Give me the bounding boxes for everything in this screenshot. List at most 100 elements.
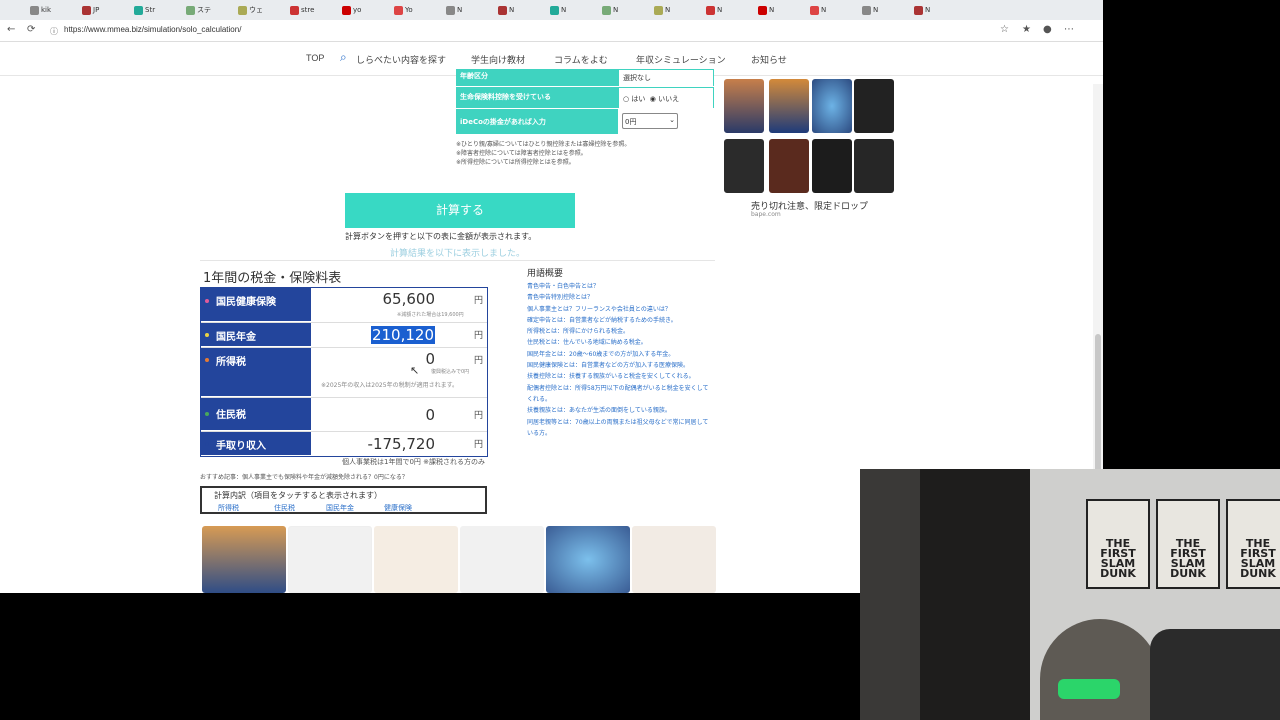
browser-tab[interactable]: N <box>602 2 618 18</box>
radio-yes[interactable]: ○ はい <box>623 95 645 103</box>
tab-favicon-icon <box>186 5 195 15</box>
glossary-item[interactable]: 国民健康保険とは：自営業者などの方が加入する医療保険。 <box>527 360 712 371</box>
ad-product-image[interactable] <box>812 139 852 193</box>
age-select[interactable]: 選択なし <box>618 69 714 87</box>
nav-top[interactable]: TOP <box>306 53 324 63</box>
chair <box>1150 629 1280 720</box>
nav-student[interactable]: 学生向け教材 <box>471 53 525 66</box>
breakdown-link-health[interactable]: 健康保険 <box>384 503 412 513</box>
search-icon[interactable]: ⌕ <box>340 50 347 65</box>
tab-favicon-icon <box>602 5 611 15</box>
url-field[interactable]: https://www.mmea.biz/simulation/solo_cal… <box>64 25 241 34</box>
more-icon[interactable]: ⋯ <box>1064 24 1074 35</box>
ad-product-image[interactable] <box>374 526 458 593</box>
tab-favicon-icon <box>134 5 143 15</box>
browser-tab[interactable]: JP <box>82 2 99 18</box>
tab-label: N <box>821 6 827 14</box>
form-row-life-insurance: 生命保険料控除を受けている ○ はい ◉ いいえ <box>456 86 714 109</box>
browser-tab[interactable]: N <box>498 2 514 18</box>
browser-tab[interactable]: Str <box>134 2 155 18</box>
tab-favicon-icon <box>82 5 91 15</box>
glossary-item[interactable]: 扶養親族とは：あなたが生活の面倒をしている親族。 <box>527 405 712 416</box>
browser-tab[interactable]: ウェ <box>238 2 263 18</box>
glossary-item[interactable]: 配偶者控除とは：所得58万円以下の配偶者がいると税金を安くしてくれる。 <box>527 383 712 406</box>
tab-label: ステ <box>197 6 211 14</box>
ad-product-image[interactable] <box>288 526 372 593</box>
ad-product-image[interactable] <box>769 139 809 193</box>
browser-tab[interactable]: N <box>654 2 670 18</box>
browser-tab[interactable]: yo <box>342 2 361 18</box>
tab-label: N <box>613 6 619 14</box>
glossary-item[interactable]: 青色申告・白色申告とは？ <box>527 281 712 292</box>
favorite-icon[interactable]: ☆ <box>1000 24 1009 35</box>
nav-column[interactable]: コラムをよむ <box>554 53 608 66</box>
table-row: 国民年金 210,120 円 <box>201 322 487 347</box>
radio-no[interactable]: ◉ いいえ <box>650 95 679 103</box>
nav-simulation[interactable]: 年収シミュレーション <box>636 53 726 66</box>
address-bar: ← ⟳ ⓘ https://www.mmea.biz/simulation/so… <box>0 20 1103 42</box>
form-note: ※ひとり親/寡婦についてはひとり親控除または寡婦控除を参照。 <box>456 141 631 148</box>
nav-news[interactable]: お知らせ <box>751 53 787 66</box>
glossary-item[interactable]: 同居老親等とは：70歳以上の両親または祖父母などで常に同居している方。 <box>527 417 712 440</box>
browser-tab[interactable]: N <box>862 2 878 18</box>
calculate-button[interactable]: 計算する <box>345 193 575 228</box>
form-note: ※所得控除については所得控除とはを参照。 <box>456 159 575 166</box>
tab-label: N <box>665 6 671 14</box>
product-ad[interactable] <box>724 79 894 219</box>
glossary-item[interactable]: 個人事業主とは？フリーランスや会社員との違いは？ <box>527 304 712 315</box>
divider <box>200 260 715 261</box>
browser-tab[interactable]: N <box>758 2 774 18</box>
glossary-item[interactable]: 扶養控除とは：扶養する親族がいると税金を安くしてくれる。 <box>527 371 712 382</box>
glossary: 用語概要 青色申告・白色申告とは？ 青色申告特別控除とは？ 個人事業主とは？フリ… <box>527 266 712 439</box>
tab-favicon-icon <box>290 5 299 15</box>
ad-product-image[interactable] <box>854 139 894 193</box>
glossary-item[interactable]: 所得税とは：所得にかけられる税金。 <box>527 326 712 337</box>
glossary-item[interactable]: 青色申告特別控除とは？ <box>527 292 712 303</box>
nav-search[interactable]: しらべたい内容を探す <box>356 53 446 66</box>
browser-tab[interactable]: N <box>706 2 722 18</box>
ideco-select[interactable]: 0円 ⌄ <box>622 113 678 129</box>
life-insurance-radios: ○ はい ◉ いいえ <box>618 87 714 109</box>
breakdown-link-income-tax[interactable]: 所得税 <box>218 503 239 513</box>
ad-product-image[interactable] <box>202 526 286 593</box>
browser-tab[interactable]: N <box>810 2 826 18</box>
browser-tab[interactable]: ステ <box>186 2 211 18</box>
glossary-item[interactable]: 確定申告とは：自営業者などが納税するための手続き。 <box>527 315 712 326</box>
site-info-icon[interactable]: ⓘ <box>50 26 58 37</box>
tab-label: N <box>717 6 723 14</box>
business-tax-note[interactable]: 個人事業税は1年間で0円 ※課税される方のみ <box>342 457 485 467</box>
browser-tab[interactable]: Yo <box>394 2 413 18</box>
tab-label: N <box>509 6 515 14</box>
glossary-item[interactable]: 住民税とは：住んでいる地域に納める税金。 <box>527 337 712 348</box>
favorites-icon[interactable]: ★ <box>1022 24 1031 35</box>
poster: THE FIRST SLAM DUNK <box>1086 499 1150 589</box>
tab-label: N <box>769 6 775 14</box>
ad-product-image[interactable] <box>724 79 764 133</box>
result-note: 計算結果を以下に表示しました。 <box>390 249 526 259</box>
tab-favicon-icon <box>30 5 39 15</box>
ad-product-image[interactable] <box>546 526 630 593</box>
table-row: 住民税 0 円 <box>201 397 487 431</box>
browser-tab[interactable]: kik <box>30 2 51 18</box>
ad-product-image[interactable] <box>854 79 894 133</box>
ad-product-image[interactable] <box>724 139 764 193</box>
tab-favicon-icon <box>862 5 871 15</box>
browser-tab[interactable]: N <box>550 2 566 18</box>
tab-label: N <box>925 6 931 14</box>
ad-product-image[interactable] <box>632 526 716 593</box>
ad-domain: bape.com <box>751 211 781 218</box>
tab-favicon-icon <box>238 5 247 15</box>
glossary-item[interactable]: 国民年金とは：20歳〜60歳までの方が加入する年金。 <box>527 349 712 360</box>
browser-tab[interactable]: N <box>914 2 930 18</box>
ad-product-image[interactable] <box>812 79 852 133</box>
reload-icon[interactable]: ⟳ <box>27 24 35 35</box>
back-icon[interactable]: ← <box>7 24 15 35</box>
profile-icon[interactable]: ● <box>1043 24 1052 35</box>
breakdown-link-resident-tax[interactable]: 住民税 <box>274 503 295 513</box>
ad-product-image[interactable] <box>769 79 809 133</box>
browser-tab[interactable]: stre <box>290 2 314 18</box>
breakdown-link-pension[interactable]: 国民年金 <box>326 503 354 513</box>
recommended-article-link[interactable]: おすすめ記事：個人事業主でも保険料や年金が減額免除される？0円になる？ <box>200 472 408 481</box>
ad-product-image[interactable] <box>460 526 544 593</box>
browser-tab[interactable]: N <box>446 2 462 18</box>
